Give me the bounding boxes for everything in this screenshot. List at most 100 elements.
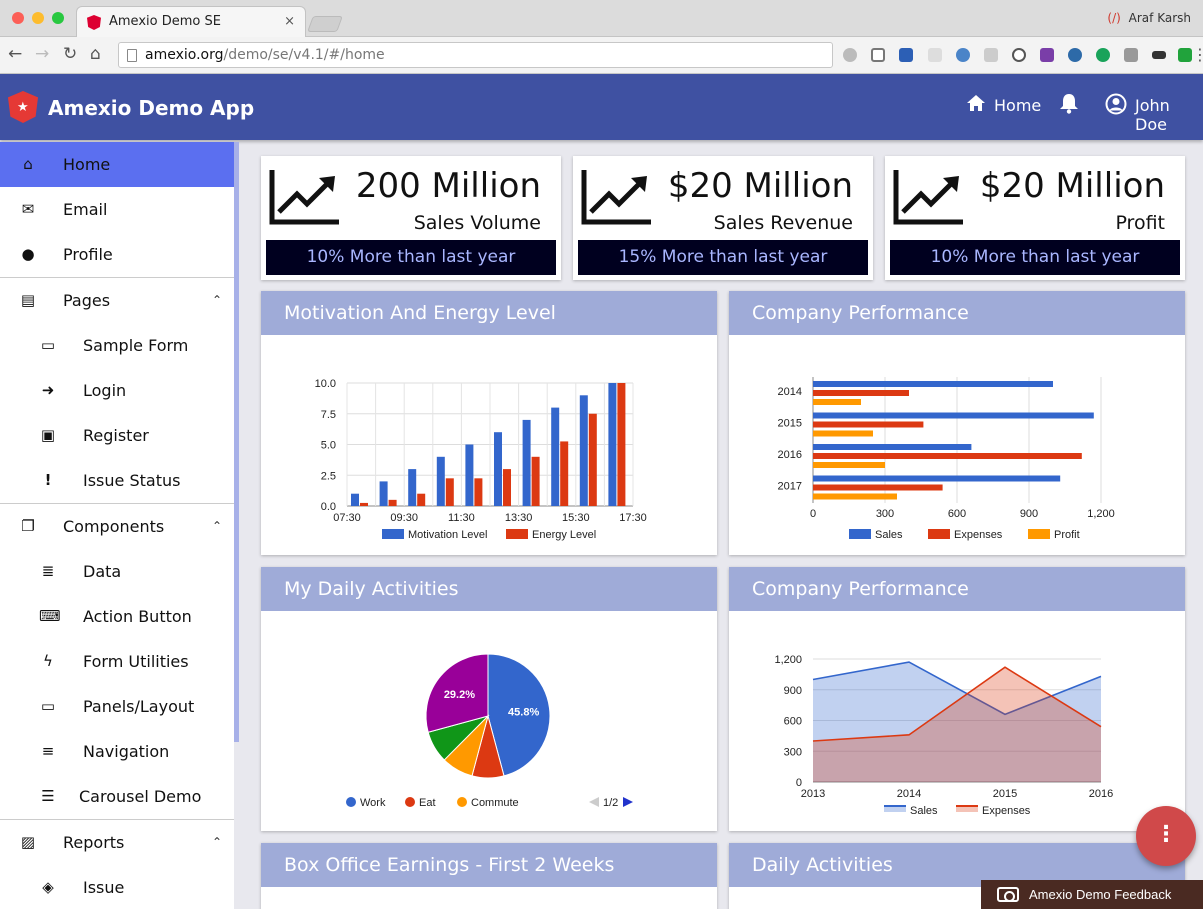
database-icon: ≣ [41, 562, 55, 580]
keyboard-extension-icon[interactable] [1152, 51, 1166, 59]
browser-tab-bar: Amexio Demo SE × (/) Araf Karsh [0, 0, 1203, 37]
url-input[interactable]: amexio.org/demo/se/v4.1/#/home [118, 42, 833, 68]
sidebar-item-action-button[interactable]: ⌨ Action Button [0, 594, 234, 639]
stat-caption: Profit [1115, 212, 1165, 234]
maximize-window-button[interactable] [52, 12, 64, 24]
sidebar-item-label: Pages [63, 291, 111, 310]
close-window-button[interactable] [12, 12, 24, 24]
trello-extension-icon[interactable] [899, 48, 913, 62]
forward-button[interactable]: → [35, 44, 49, 64]
sidebar-item-label: Profile [63, 245, 113, 264]
legend-label: Expenses [954, 529, 1003, 541]
cast-extension-icon[interactable] [984, 48, 998, 62]
motivation-bar-chart: 0.02.55.07.510.007:30 09:30 11:30 13:30 15:3… [315, 378, 647, 541]
stat-card-profit: $20 Million Profit 10% More than last ye… [885, 156, 1185, 280]
x-tick-label: 900 [1020, 508, 1038, 520]
page-icon [127, 49, 137, 62]
url-host: amexio.org [145, 47, 224, 63]
sidebar-item-profile[interactable]: ● Profile [0, 232, 234, 277]
reload-button[interactable]: ↻ [63, 44, 77, 64]
stat-card-sales-volume: 200 Million Sales Volume 10% More than l… [261, 156, 561, 280]
bar-expenses [813, 421, 924, 428]
new-tab-button[interactable] [307, 16, 343, 32]
sidebar-item-issue[interactable]: ◈ Issue [0, 865, 234, 909]
chevron-up-icon[interactable]: ⌃ [212, 820, 222, 865]
bar-motivation-level [579, 395, 588, 506]
sidebar-item-panels-layout[interactable]: ▭ Panels/Layout [0, 684, 234, 729]
sidebar-item-issue-status[interactable]: ! Issue Status [0, 458, 234, 503]
close-tab-icon[interactable]: × [284, 7, 295, 37]
sidebar-item-data[interactable]: ≣ Data [0, 549, 234, 594]
view-extension-icon[interactable] [1068, 48, 1082, 62]
browser-menu-icon[interactable]: ⋮ [1192, 45, 1203, 64]
grammarly-extension-icon[interactable] [1096, 48, 1110, 62]
bar-motivation-level [379, 481, 388, 506]
stat-note: 15% More than last year [578, 240, 868, 275]
image-icon: ▨ [20, 833, 36, 851]
evernote-extension-icon[interactable] [1178, 48, 1192, 62]
sidebar-item-label: Action Button [83, 607, 192, 626]
sidebar-item-sample-form[interactable]: ▭ Sample Form [0, 323, 234, 368]
sidebar-item-register[interactable]: ▣ Register [0, 413, 234, 458]
y-tick-label: 10.0 [315, 378, 336, 390]
y-tick-label: 2016 [778, 449, 802, 461]
bar-profit [813, 493, 897, 500]
chevron-up-icon[interactable]: ⌃ [212, 278, 222, 323]
pager-prev-icon [589, 797, 599, 807]
app-title: Amexio Demo App [48, 96, 255, 120]
panel-title: Box Office Earnings - First 2 Weeks [261, 843, 717, 887]
address-toolbar: ← → ↻ ⌂ amexio.org/demo/se/v4.1/#/home ⋮ [0, 37, 1203, 74]
browser-profile[interactable]: (/) Araf Karsh [1107, 11, 1191, 25]
feedback-button[interactable]: Amexio Demo Feedback [981, 880, 1203, 909]
url-path: /demo/se/v4.1/#/home [223, 47, 385, 63]
browser-tab[interactable]: Amexio Demo SE × [76, 6, 306, 37]
user-icon: ● [21, 245, 35, 263]
y-tick-label: 2.5 [321, 470, 336, 482]
chevron-up-icon[interactable]: ⌃ [212, 504, 222, 549]
desktop-icon: ▭ [40, 697, 56, 715]
sidebar-item-email[interactable]: ✉ Email [0, 187, 234, 232]
minimize-window-button[interactable] [32, 12, 44, 24]
home-icon[interactable] [966, 93, 986, 117]
x-tick-label: 11:30 [448, 512, 475, 524]
sidebar-scrollbar[interactable] [234, 142, 239, 742]
legend-label: Sales [910, 805, 938, 817]
bell-icon[interactable] [1059, 93, 1079, 119]
home-icon: ⌂ [23, 155, 33, 173]
stat-caption: Sales Volume [413, 212, 541, 234]
legend-swatch [506, 529, 528, 539]
header-user-name[interactable]: John Doe [1135, 96, 1203, 134]
bar-profit [813, 399, 861, 405]
back-button[interactable]: ← [8, 44, 22, 64]
home-button[interactable]: ⌂ [90, 44, 101, 64]
floating-action-button[interactable]: ⋮ [1136, 806, 1196, 866]
stat-value: $20 Million [979, 166, 1165, 206]
mail-extension-icon[interactable] [928, 48, 942, 62]
y-tick-label: 1,200 [774, 654, 802, 666]
header-home-link[interactable]: Home [994, 96, 1041, 115]
pie-slice-label: 45.8% [508, 706, 539, 718]
sidebar-item-navigation[interactable]: ≡ Navigation [0, 729, 234, 774]
sidebar-item-pages[interactable]: ▤ Pages ⌃ [0, 278, 234, 323]
angular-icon [87, 15, 101, 30]
bar-energy-level [417, 493, 426, 506]
sidebar-item-reports[interactable]: ▨ Reports ⌃ [0, 820, 234, 865]
user-circle-icon[interactable] [1105, 93, 1127, 120]
sidebar-item-label: Issue [83, 878, 125, 897]
sidebar-item-login[interactable]: ➜ Login [0, 368, 234, 413]
sidebar-item-label: Components [63, 517, 165, 536]
speed-extension-icon[interactable] [1012, 48, 1026, 62]
cloud-extension-icon[interactable] [843, 48, 857, 62]
y-tick-label: 2014 [778, 386, 802, 398]
sidebar-item-form-utilities[interactable]: ϟ Form Utilities [0, 639, 234, 684]
globe-extension-icon[interactable] [956, 48, 970, 62]
legend-label: Energy Level [532, 529, 596, 541]
sidebar-item-components[interactable]: ❐ Components ⌃ [0, 504, 234, 549]
sidebar-item-carousel-demo[interactable]: ☰ Carousel Demo [0, 774, 234, 819]
onenote-extension-icon[interactable] [1040, 48, 1054, 62]
sidebar-item-home[interactable]: ⌂ Home [0, 142, 234, 187]
stat-card-sales-revenue: $20 Million Sales Revenue 15% More than … [573, 156, 873, 280]
shield-extension-icon[interactable] [871, 48, 885, 62]
sidebar-item-label: Reports [63, 833, 125, 852]
puzzle-extension-icon[interactable] [1124, 48, 1138, 62]
